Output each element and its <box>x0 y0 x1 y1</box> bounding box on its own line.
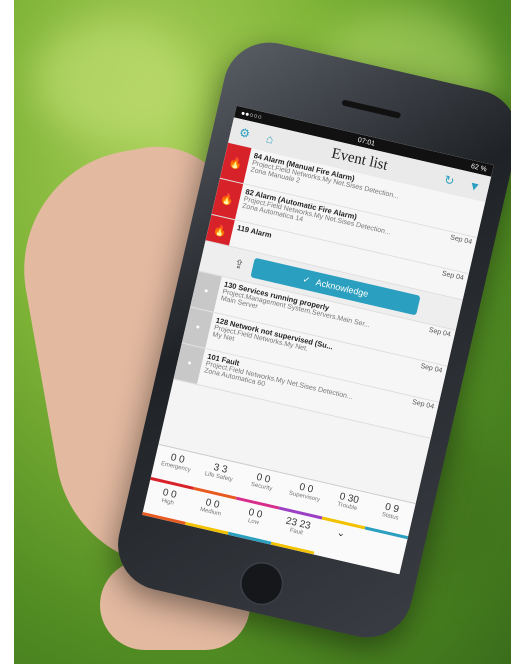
home-icon[interactable]: ⌂ <box>260 129 279 148</box>
settings-gear-icon[interactable]: ⚙ <box>235 124 254 143</box>
filter-icon[interactable]: ▼ <box>465 177 484 196</box>
battery-indicator: 62 % <box>470 162 488 173</box>
background-bokeh <box>34 20 194 140</box>
share-icon[interactable]: ⇪ <box>229 255 248 274</box>
check-icon: ✓ <box>301 273 312 286</box>
refresh-icon[interactable]: ↻ <box>440 171 459 190</box>
acknowledge-label: Acknowledge <box>314 277 370 299</box>
